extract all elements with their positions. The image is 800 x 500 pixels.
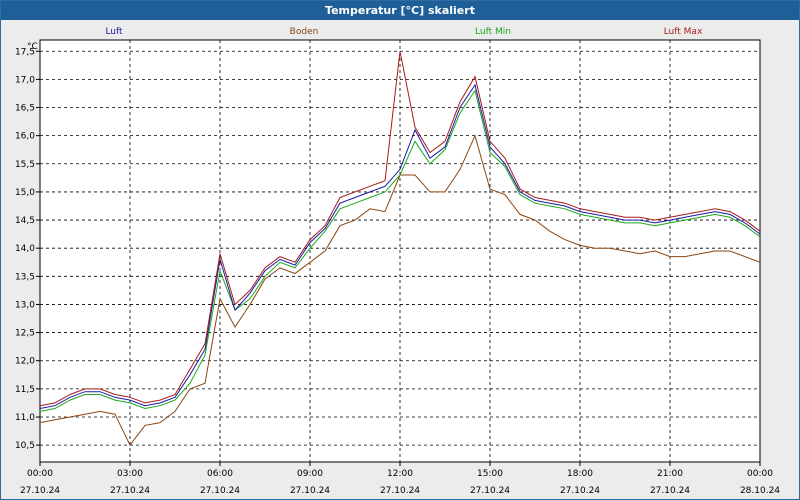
y-tick-label: 11,5 [15, 385, 35, 395]
x-tick-time: 09:00 [297, 469, 323, 479]
y-tick-label: 12,0 [15, 357, 35, 367]
temperature-chart: 10,5 11,0 11,5 12,0 12,5 13,0 13,5 14,0 14,5 15,0… [15, 27, 780, 496]
y-axis-ticks: 10,5 11,0 11,5 12,0 12,5 13,0 13,5 14,0 14,5 15,0… [15, 47, 40, 451]
x-tick-time: 06:00 [207, 469, 233, 479]
y-tick-label: 16,0 [15, 132, 35, 142]
y-tick-label: 13,0 [15, 300, 35, 310]
y-axis-label: °C [27, 42, 38, 52]
y-tick-label: 14,0 [15, 244, 35, 254]
x-tick-time: 21:00 [657, 469, 683, 479]
x-tick-date: 27.10.24 [560, 486, 600, 496]
x-tick-date: 27.10.24 [20, 486, 60, 496]
y-tick-label: 15,5 [15, 160, 35, 170]
y-tick-label: 10,5 [15, 441, 35, 451]
legend-item-boden: Boden [290, 27, 319, 37]
y-tick-label: 16,5 [15, 104, 35, 114]
y-tick-label: 11,0 [15, 413, 35, 423]
y-tick-label: 13,5 [15, 272, 35, 282]
y-tick-label: 17,0 [15, 75, 35, 85]
x-tick-date: 27.10.24 [380, 486, 420, 496]
legend-item-luft-max: Luft Max [664, 27, 703, 37]
x-axis-ticks: 00:00 27.10.24 03:00 27.10.24 06:00 27.10.24 0… [20, 462, 780, 496]
chart-window: Temperatur [°C] skaliert 10,5 11,0 11,5 12,… [0, 0, 800, 500]
y-tick-label: 12,5 [15, 329, 35, 339]
x-tick-date: 28.10.24 [740, 486, 780, 496]
x-tick-date: 27.10.24 [200, 486, 240, 496]
y-tick-label: 14,5 [15, 216, 35, 226]
legend: Luft Boden Luft Min Luft Max [105, 27, 703, 37]
x-tick-time: 00:00 [747, 469, 773, 479]
x-tick-time: 12:00 [387, 469, 413, 479]
x-tick-date: 27.10.24 [110, 486, 150, 496]
x-tick-date: 27.10.24 [650, 486, 690, 496]
legend-item-luft-min: Luft Min [475, 27, 511, 37]
x-tick-time: 00:00 [27, 469, 53, 479]
x-tick-time: 03:00 [117, 469, 143, 479]
legend-item-luft: Luft [105, 27, 123, 37]
x-tick-time: 15:00 [477, 469, 503, 479]
x-tick-date: 27.10.24 [290, 486, 330, 496]
x-tick-time: 18:00 [567, 469, 593, 479]
x-tick-date: 27.10.24 [470, 486, 510, 496]
y-tick-label: 15,0 [15, 188, 35, 198]
